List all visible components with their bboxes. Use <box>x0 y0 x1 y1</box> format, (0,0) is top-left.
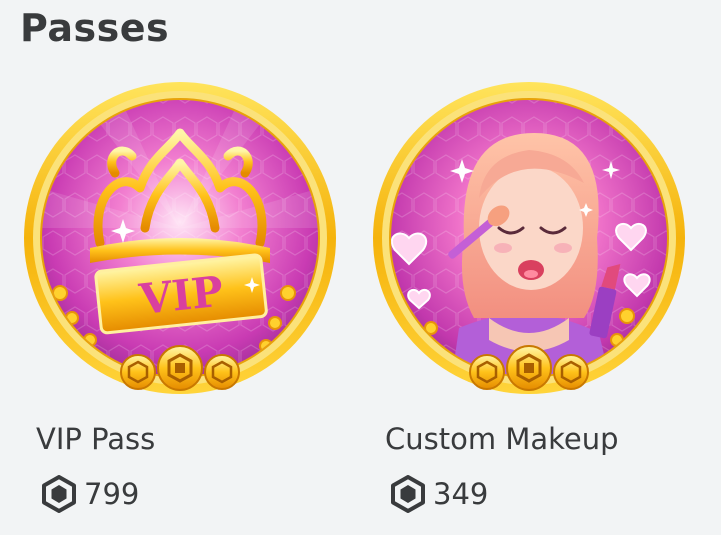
price-row: 349 <box>389 474 488 514</box>
pass-name[interactable]: Custom Makeup <box>385 419 619 459</box>
pass-card-custom-makeup[interactable]: Custom Makeup 349 <box>369 78 689 528</box>
pass-card-vip[interactable]: VIP VIP Pass 799 <box>20 78 340 528</box>
vip-crown-icon[interactable]: VIP <box>20 78 340 398</box>
price-value: 799 <box>84 477 140 511</box>
price-row: 799 <box>40 474 139 514</box>
section-title: Passes <box>20 6 170 50</box>
robux-icon <box>391 475 425 513</box>
robux-icon <box>42 475 76 513</box>
makeup-character-icon[interactable] <box>369 78 689 398</box>
pass-name[interactable]: VIP Pass <box>36 419 155 459</box>
svg-text:VIP: VIP <box>136 267 225 325</box>
price-value: 349 <box>433 477 489 511</box>
